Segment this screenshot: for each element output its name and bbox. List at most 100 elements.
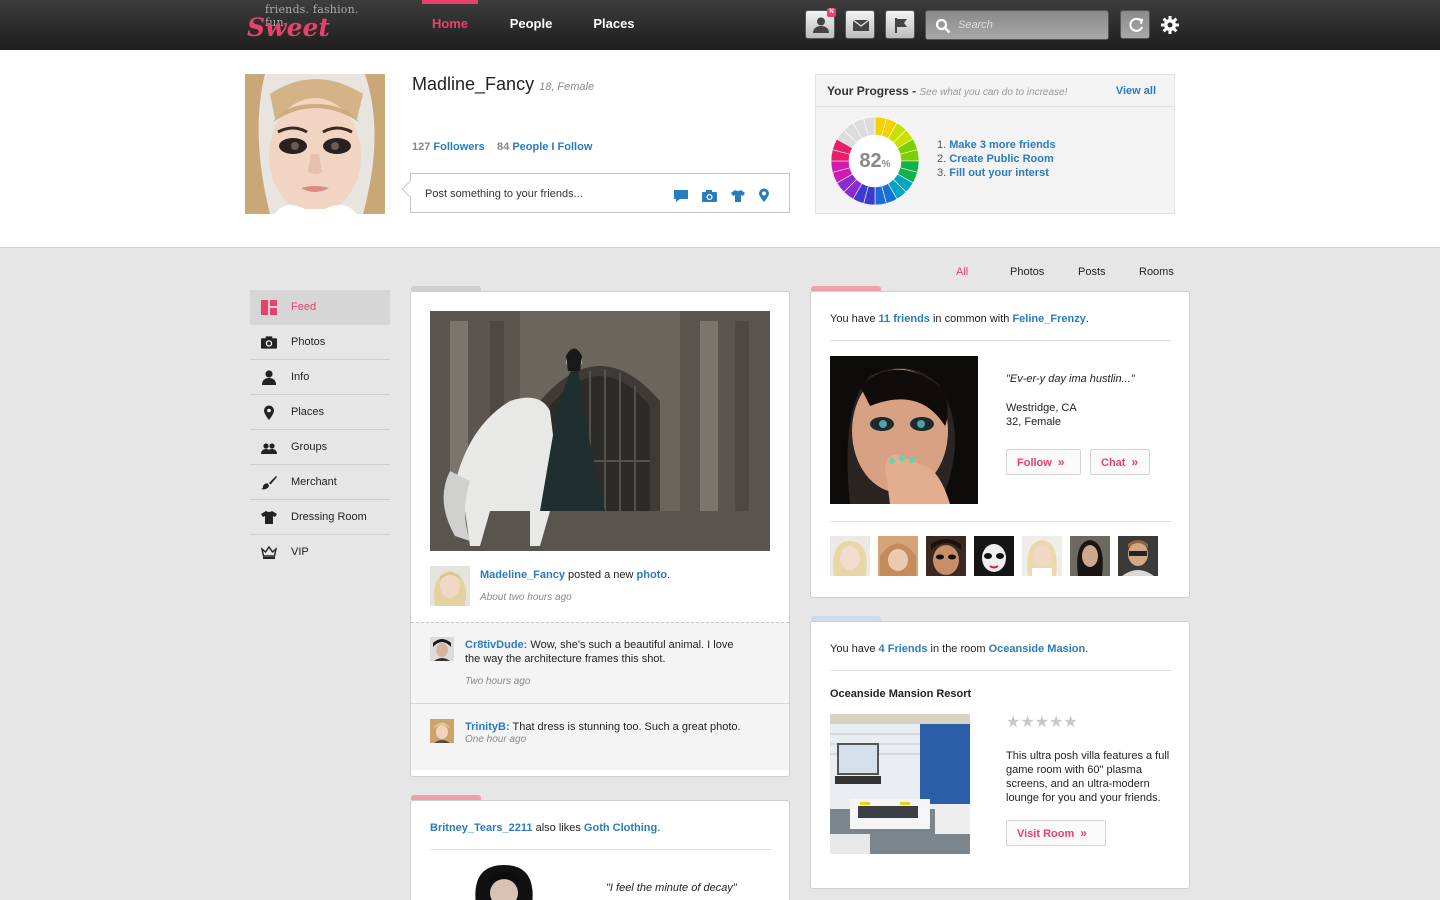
room-desc-line: lounge for you and your friends. [1006,792,1161,804]
speech-bubble-icon[interactable] [673,189,689,206]
camera-icon [261,336,277,349]
chevron-right-icon: » [1131,455,1139,469]
friend-thumbnail[interactable] [830,536,870,576]
logo[interactable]: friends. fashion. fun. Sweet [247,3,377,47]
progress-task: 2. Create Public Room [937,152,1056,166]
room-description: This ultra posh villa features a full ga… [1006,749,1169,805]
friend-thumbnail[interactable] [1022,536,1062,576]
progress-task: 1. Make 3 more friends [937,138,1056,152]
user-meta: 32, Female [1006,416,1062,428]
search-box[interactable] [925,10,1109,40]
user-photo[interactable] [830,356,978,504]
post-input[interactable] [425,184,665,204]
follow-stats: 127 Followers 84 People I Follow [412,141,592,153]
gear-icon[interactable] [1160,15,1180,35]
follow-button-label: Follow [1017,457,1052,469]
friend-thumbnail[interactable] [1118,536,1158,576]
flag-button[interactable] [885,10,915,39]
commenter-avatar[interactable] [430,719,454,743]
friend-thumbnail[interactable] [974,536,1014,576]
like-quote: "I feel the minute of decay" [606,882,737,894]
sidebar-item-merchant[interactable]: Merchant [250,465,390,500]
nav-people[interactable]: People [503,0,559,50]
tshirt-icon [261,511,277,524]
likes-post-card: Britney_Tears_2211 also likes Goth Cloth… [410,800,790,900]
map-pin-icon[interactable] [758,188,770,206]
sidebar-item-vip[interactable]: VIP [250,535,390,570]
common-middle: in common with [932,313,1010,325]
like-object-link[interactable]: Goth Clothing [584,822,657,834]
filter-tab-all[interactable]: All [956,266,968,278]
sidebar-item-feed[interactable]: Feed [250,290,390,325]
post-photo[interactable] [430,311,770,551]
room-middle: in the room [930,643,986,655]
chat-button[interactable]: Chat » [1090,449,1150,475]
filter-tab-posts[interactable]: Posts [1078,266,1106,278]
follow-button[interactable]: Follow » [1006,449,1081,475]
post-headline: Madeline_Fancy posted a new photo. [480,568,670,582]
groups-icon [261,443,277,454]
following-link[interactable]: People I Follow [512,141,592,153]
task-link[interactable]: Fill out your interst [949,167,1049,179]
profile-name[interactable]: Madline_Fancy [412,74,534,94]
post-author-link[interactable]: Madeline_Fancy [480,569,565,581]
room-card: You have 4 Friends in the room Oceanside… [810,621,1190,889]
mail-button[interactable] [845,10,875,39]
friend-thumbnail[interactable] [926,536,966,576]
sidebar-item-places[interactable]: Places [250,395,390,430]
nav-places[interactable]: Places [586,0,642,50]
comment-divider [411,703,789,704]
tshirt-icon[interactable] [730,189,746,206]
nav-home[interactable]: Home [422,0,478,50]
room-link[interactable]: Oceanside Masion [989,643,1086,655]
progress-tasks: 1. Make 3 more friends 2. Create Public … [937,138,1056,180]
filter-tab-photos[interactable]: Photos [1010,266,1044,278]
post-object-link[interactable]: photo [637,569,668,581]
rating-stars: ★★★★★ [1006,714,1078,731]
profile-button[interactable]: N [805,8,836,39]
common-user-link[interactable]: Feline_Frenzy [1012,313,1085,325]
progress-subtitle: See what you can do to increase! [919,87,1068,98]
commenter-avatar[interactable] [430,637,454,661]
task-link[interactable]: Make 3 more friends [949,139,1055,151]
profile-avatar[interactable] [245,74,385,214]
post-action: posted a new [568,569,634,581]
comment-text: Cr8tivDude: Wow, she's such a beautiful … [465,638,733,666]
sidebar-item-dressing-room[interactable]: Dressing Room [250,500,390,535]
photo-post-card: Madeline_Fancy posted a new photo. About… [410,291,790,777]
filter-tab-rooms[interactable]: Rooms [1139,266,1174,278]
author-avatar[interactable] [430,566,470,606]
room-title-link[interactable]: Oceanside Mansion Resort [830,687,971,701]
sidebar-item-photos[interactable]: Photos [250,325,390,360]
sidebar-item-info[interactable]: Info [250,360,390,395]
like-author-photo[interactable] [471,865,537,900]
task-link[interactable]: Create Public Room [949,153,1054,165]
refresh-button[interactable] [1120,10,1150,39]
card-divider [830,521,1171,522]
search-input[interactable] [958,15,1104,35]
comments: Cr8tivDude: Wow, she's such a beautiful … [411,622,789,770]
sidebar-item-groups[interactable]: Groups [250,430,390,465]
room-photo[interactable] [830,714,970,854]
common-friends-link[interactable]: 11 friends [879,313,930,325]
room-headline: You have 4 Friends in the room Oceanside… [830,642,1088,656]
friend-thumbnail[interactable] [878,536,918,576]
visit-room-button[interactable]: Visit Room » [1006,820,1106,846]
task-number: 2. [937,153,947,165]
common-prefix: You have [830,313,876,325]
sidebar-item-label: VIP [291,546,309,558]
followers-link[interactable]: Followers [433,141,484,153]
followers-count: 127 [412,141,431,153]
friend-thumbnail[interactable] [1070,536,1110,576]
user-quote: "Ev-er-y day ima hustlin..." [1006,373,1135,385]
visit-room-label: Visit Room [1017,828,1075,840]
sidebar-item-label: Info [291,371,310,383]
room-friends-link[interactable]: 4 Friends [879,643,928,655]
comment-author-link[interactable]: TrinityB: [465,721,510,733]
view-all-link[interactable]: View all [1116,85,1156,97]
camera-icon[interactable] [701,189,718,206]
profile-meta: 18, Female [539,81,595,93]
comment-author-link[interactable]: Cr8tivDude: [465,639,527,651]
post-period: . [667,569,671,581]
like-author-link[interactable]: Britney_Tears_2211 [430,822,533,834]
